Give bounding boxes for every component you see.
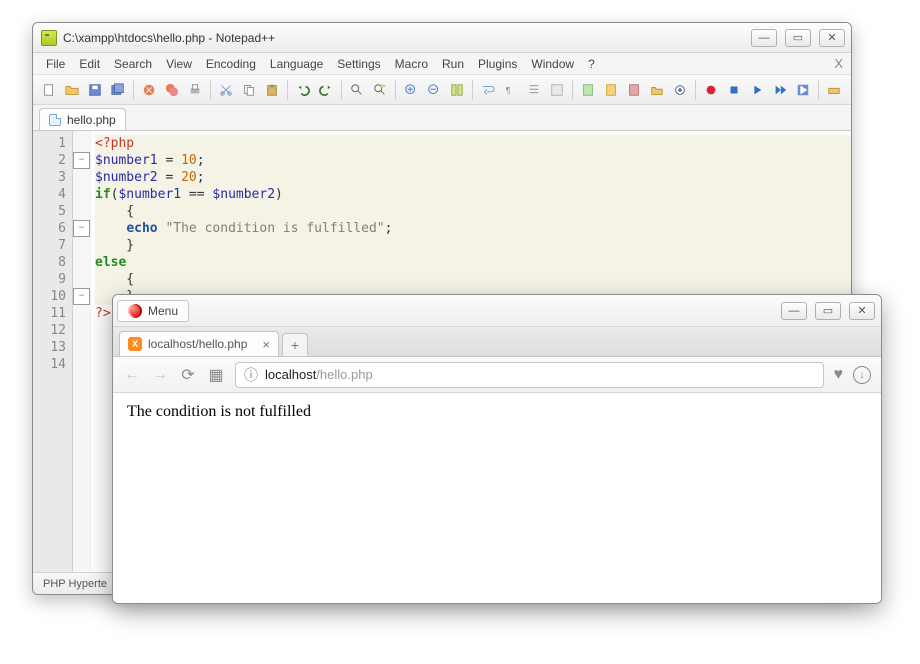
- menu-settings[interactable]: Settings: [330, 55, 387, 73]
- browser-titlebar: Menu — ▭ ✕: [113, 295, 881, 327]
- doc-list-icon[interactable]: [601, 80, 621, 100]
- opera-logo-icon: [128, 304, 142, 318]
- menubar: File Edit Search View Encoding Language …: [33, 53, 851, 75]
- browser-close-button[interactable]: ✕: [849, 302, 875, 320]
- print-icon[interactable]: [185, 80, 205, 100]
- undo-icon[interactable]: [293, 80, 313, 100]
- redo-icon[interactable]: [316, 80, 336, 100]
- new-file-icon[interactable]: [39, 80, 59, 100]
- menu-file[interactable]: File: [39, 55, 72, 73]
- speed-dial-icon[interactable]: ▦: [207, 365, 225, 385]
- menu-plugins[interactable]: Plugins: [471, 55, 524, 73]
- page-body-text: The condition is not fulfilled: [127, 403, 311, 420]
- menu-search[interactable]: Search: [107, 55, 159, 73]
- browser-window-controls: — ▭ ✕: [781, 302, 875, 320]
- browser-maximize-button[interactable]: ▭: [815, 302, 841, 320]
- svg-text:¶: ¶: [506, 85, 511, 95]
- replace-icon[interactable]: [370, 80, 390, 100]
- url-path: /hello.php: [316, 367, 372, 382]
- status-file-type: PHP Hyperte: [43, 578, 107, 590]
- site-info-icon[interactable]: ⓘ: [244, 365, 258, 385]
- function-list-icon[interactable]: [624, 80, 644, 100]
- forward-button[interactable]: →: [151, 366, 169, 384]
- doc-close-icon[interactable]: X: [834, 56, 843, 71]
- monitor-icon[interactable]: [670, 80, 690, 100]
- paste-icon[interactable]: [262, 80, 282, 100]
- menu-macro[interactable]: Macro: [388, 55, 435, 73]
- opera-menu-button[interactable]: Menu: [117, 300, 189, 322]
- close-button[interactable]: ✕: [819, 29, 845, 47]
- notepadpp-app-icon: [41, 30, 57, 46]
- play-multi-icon[interactable]: [770, 80, 790, 100]
- close-all-icon[interactable]: [162, 80, 182, 100]
- browser-window: Menu — ▭ ✕ X localhost/hello.php × + ← →…: [112, 294, 882, 604]
- record-macro-icon[interactable]: [701, 80, 721, 100]
- play-macro-icon[interactable]: [747, 80, 767, 100]
- window-title: C:\xampp\htdocs\hello.php - Notepad++: [63, 31, 275, 45]
- sync-v-icon[interactable]: [447, 80, 467, 100]
- all-chars-icon[interactable]: ¶: [501, 80, 521, 100]
- zoom-out-icon[interactable]: [424, 80, 444, 100]
- menu-language[interactable]: Language: [263, 55, 330, 73]
- stop-macro-icon[interactable]: [724, 80, 744, 100]
- menu-edit[interactable]: Edit: [72, 55, 107, 73]
- copy-icon[interactable]: [239, 80, 259, 100]
- downloads-icon[interactable]: ↓: [853, 366, 871, 384]
- tab-close-icon[interactable]: ×: [262, 337, 270, 352]
- back-button[interactable]: ←: [123, 366, 141, 384]
- maximize-button[interactable]: ▭: [785, 29, 811, 47]
- menu-view[interactable]: View: [159, 55, 199, 73]
- menu-window[interactable]: Window: [524, 55, 581, 73]
- folder-workspace-icon[interactable]: [647, 80, 667, 100]
- cut-icon[interactable]: [216, 80, 236, 100]
- wordwrap-icon[interactable]: [478, 80, 498, 100]
- browser-tab-hello-php[interactable]: X localhost/hello.php ×: [119, 331, 279, 356]
- window-controls: — ▭ ✕: [751, 29, 845, 47]
- new-tab-button[interactable]: +: [282, 333, 308, 356]
- menu-help[interactable]: ?: [581, 55, 602, 73]
- browser-tab-title: localhost/hello.php: [148, 337, 247, 351]
- save-macro-icon[interactable]: [793, 80, 813, 100]
- browser-tabstrip: X localhost/hello.php × +: [113, 327, 881, 357]
- toolbar: ¶: [33, 75, 851, 105]
- notepadpp-titlebar: C:\xampp\htdocs\hello.php - Notepad++ — …: [33, 23, 851, 53]
- bookmark-icon[interactable]: ♥: [834, 366, 844, 384]
- xampp-favicon-icon: X: [128, 337, 142, 351]
- reload-button[interactable]: ⟳: [179, 365, 197, 385]
- zoom-in-icon[interactable]: [401, 80, 421, 100]
- spellcheck-icon[interactable]: [824, 80, 844, 100]
- browser-toolbar: ← → ⟳ ▦ ⓘ localhost/hello.php ♥ ↓: [113, 357, 881, 393]
- indent-guide-icon[interactable]: [524, 80, 544, 100]
- udl-icon[interactable]: [547, 80, 567, 100]
- save-icon[interactable]: [85, 80, 105, 100]
- browser-viewport: The condition is not fulfilled: [113, 393, 881, 603]
- minimize-button[interactable]: —: [751, 29, 777, 47]
- save-all-icon[interactable]: [108, 80, 128, 100]
- url-domain: localhost: [265, 367, 316, 382]
- url-bar[interactable]: ⓘ localhost/hello.php: [235, 362, 824, 388]
- file-tab-label: hello.php: [67, 113, 116, 127]
- open-file-icon[interactable]: [62, 80, 82, 100]
- close-file-icon[interactable]: [139, 80, 159, 100]
- fold-column: − − −: [73, 131, 91, 572]
- browser-minimize-button[interactable]: —: [781, 302, 807, 320]
- doc-map-icon[interactable]: [578, 80, 598, 100]
- menu-run[interactable]: Run: [435, 55, 471, 73]
- find-icon[interactable]: [347, 80, 367, 100]
- file-icon: [49, 114, 61, 126]
- menu-encoding[interactable]: Encoding: [199, 55, 263, 73]
- file-tab-hello-php[interactable]: hello.php: [39, 108, 126, 130]
- line-number-gutter: 1234567891011121314: [33, 131, 73, 572]
- file-tabbar: hello.php: [33, 105, 851, 131]
- opera-menu-label: Menu: [148, 304, 178, 318]
